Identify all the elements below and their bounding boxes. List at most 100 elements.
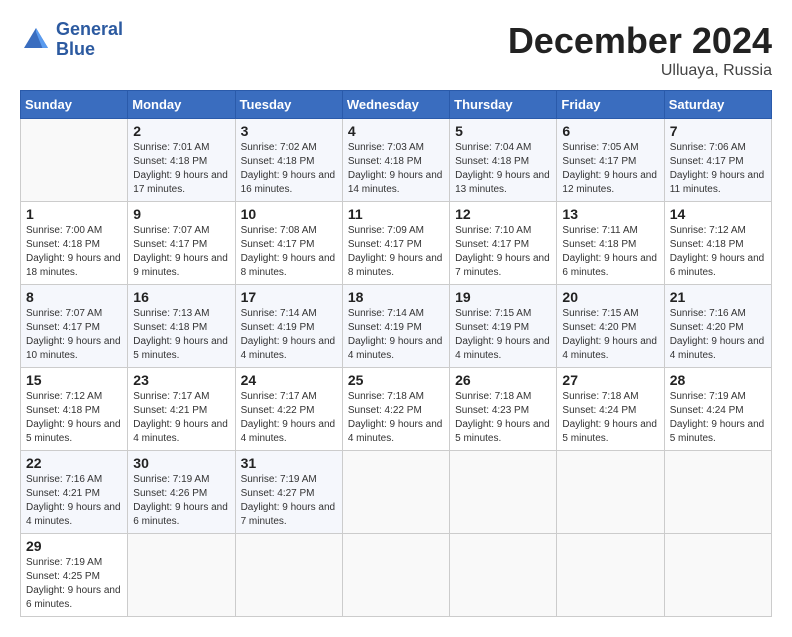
calendar-cell: 1 Sunrise: 7:00 AMSunset: 4:18 PMDaylight… — [21, 202, 128, 285]
calendar-cell: 8 Sunrise: 7:07 AMSunset: 4:17 PMDaylight… — [21, 285, 128, 368]
day-number: 7 — [670, 123, 766, 139]
calendar-cell: 6 Sunrise: 7:05 AMSunset: 4:17 PMDaylight… — [557, 119, 664, 202]
calendar-cell: 5Sunrise: 7:04 AMSunset: 4:18 PMDaylight… — [450, 119, 557, 202]
day-info: Sunrise: 7:06 AMSunset: 4:17 PMDaylight:… — [670, 141, 766, 197]
day-header-friday: Friday — [557, 91, 664, 119]
day-info: Sunrise: 7:15 AMSunset: 4:19 PMDaylight:… — [455, 307, 551, 363]
calendar-week-row: 2 Sunrise: 7:01 AMSunset: 4:18 PMDaylight… — [21, 119, 772, 202]
calendar-cell: 15 Sunrise: 7:12 AMSunset: 4:18 PMDayligh… — [21, 368, 128, 451]
day-info: Sunrise: 7:00 AMSunset: 4:18 PMDaylight:… — [26, 224, 122, 280]
day-number: 23 — [133, 372, 229, 388]
day-info: Sunrise: 7:08 AMSunset: 4:17 PMDaylight:… — [241, 224, 337, 280]
calendar-cell: 3Sunrise: 7:02 AMSunset: 4:18 PMDaylight… — [235, 119, 342, 202]
day-info: Sunrise: 7:18 AMSunset: 4:24 PMDaylight:… — [562, 390, 658, 446]
page-header: General Blue December 2024 Ulluaya, Russ… — [20, 20, 772, 80]
day-number: 12 — [455, 206, 551, 222]
day-info: Sunrise: 7:15 AMSunset: 4:20 PMDaylight:… — [562, 307, 658, 363]
calendar-week-row: 1 Sunrise: 7:00 AMSunset: 4:18 PMDaylight… — [21, 202, 772, 285]
calendar-cell: 23 Sunrise: 7:17 AMSunset: 4:21 PMDayligh… — [128, 368, 235, 451]
day-number: 28 — [670, 372, 766, 388]
calendar-cell: 11 Sunrise: 7:09 AMSunset: 4:17 PMDayligh… — [342, 202, 449, 285]
logo-text: General Blue — [56, 20, 123, 60]
day-number: 8 — [26, 289, 122, 305]
day-number: 15 — [26, 372, 122, 388]
calendar-header-row: SundayMondayTuesdayWednesdayThursdayFrid… — [21, 91, 772, 119]
title-block: December 2024 Ulluaya, Russia — [508, 20, 772, 80]
day-number: 17 — [241, 289, 337, 305]
day-info: Sunrise: 7:11 AMSunset: 4:18 PMDaylight:… — [562, 224, 658, 280]
calendar-cell — [342, 534, 449, 617]
day-header-wednesday: Wednesday — [342, 91, 449, 119]
calendar-cell — [235, 534, 342, 617]
calendar-cell: 20 Sunrise: 7:15 AMSunset: 4:20 PMDayligh… — [557, 285, 664, 368]
calendar-cell — [450, 534, 557, 617]
day-number: 2 — [133, 123, 229, 139]
day-number: 24 — [241, 372, 337, 388]
calendar-cell — [664, 451, 771, 534]
calendar-cell: 30Sunrise: 7:19 AMSunset: 4:26 PMDayligh… — [128, 451, 235, 534]
calendar-cell: 7 Sunrise: 7:06 AMSunset: 4:17 PMDaylight… — [664, 119, 771, 202]
day-info: Sunrise: 7:18 AMSunset: 4:22 PMDaylight:… — [348, 390, 444, 446]
calendar-cell — [664, 534, 771, 617]
day-info: Sunrise: 7:10 AMSunset: 4:17 PMDaylight:… — [455, 224, 551, 280]
day-number: 27 — [562, 372, 658, 388]
month-title: December 2024 — [508, 20, 772, 62]
day-number: 3 — [241, 123, 337, 139]
day-number: 10 — [241, 206, 337, 222]
calendar-week-row: 8 Sunrise: 7:07 AMSunset: 4:17 PMDaylight… — [21, 285, 772, 368]
day-header-sunday: Sunday — [21, 91, 128, 119]
day-info: Sunrise: 7:12 AMSunset: 4:18 PMDaylight:… — [26, 390, 122, 446]
calendar-week-row: 22Sunrise: 7:16 AMSunset: 4:21 PMDayligh… — [21, 451, 772, 534]
calendar-cell — [128, 534, 235, 617]
calendar-cell: 21Sunrise: 7:16 AMSunset: 4:20 PMDayligh… — [664, 285, 771, 368]
day-number: 9 — [133, 206, 229, 222]
day-info: Sunrise: 7:18 AMSunset: 4:23 PMDaylight:… — [455, 390, 551, 446]
day-number: 26 — [455, 372, 551, 388]
day-info: Sunrise: 7:16 AMSunset: 4:21 PMDaylight:… — [26, 473, 122, 529]
day-info: Sunrise: 7:05 AMSunset: 4:17 PMDaylight:… — [562, 141, 658, 197]
day-info: Sunrise: 7:01 AMSunset: 4:18 PMDaylight:… — [133, 141, 229, 197]
day-header-tuesday: Tuesday — [235, 91, 342, 119]
calendar-cell: 31Sunrise: 7:19 AMSunset: 4:27 PMDayligh… — [235, 451, 342, 534]
day-header-monday: Monday — [128, 91, 235, 119]
calendar-cell: 13 Sunrise: 7:11 AMSunset: 4:18 PMDayligh… — [557, 202, 664, 285]
day-info: Sunrise: 7:09 AMSunset: 4:17 PMDaylight:… — [348, 224, 444, 280]
calendar-cell: 22Sunrise: 7:16 AMSunset: 4:21 PMDayligh… — [21, 451, 128, 534]
day-info: Sunrise: 7:17 AMSunset: 4:22 PMDaylight:… — [241, 390, 337, 446]
calendar-cell: 9 Sunrise: 7:07 AMSunset: 4:17 PMDaylight… — [128, 202, 235, 285]
day-number: 25 — [348, 372, 444, 388]
day-number: 20 — [562, 289, 658, 305]
day-number: 21 — [670, 289, 766, 305]
day-number: 18 — [348, 289, 444, 305]
day-info: Sunrise: 7:04 AMSunset: 4:18 PMDaylight:… — [455, 141, 551, 197]
day-info: Sunrise: 7:07 AMSunset: 4:17 PMDaylight:… — [26, 307, 122, 363]
calendar-cell: 18Sunrise: 7:14 AMSunset: 4:19 PMDayligh… — [342, 285, 449, 368]
calendar-cell: 2 Sunrise: 7:01 AMSunset: 4:18 PMDaylight… — [128, 119, 235, 202]
day-info: Sunrise: 7:07 AMSunset: 4:17 PMDaylight:… — [133, 224, 229, 280]
calendar-cell: 16 Sunrise: 7:13 AMSunset: 4:18 PMDayligh… — [128, 285, 235, 368]
calendar-week-row: 15 Sunrise: 7:12 AMSunset: 4:18 PMDayligh… — [21, 368, 772, 451]
day-info: Sunrise: 7:19 AMSunset: 4:25 PMDaylight:… — [26, 556, 122, 612]
calendar-cell — [342, 451, 449, 534]
day-number: 19 — [455, 289, 551, 305]
day-info: Sunrise: 7:12 AMSunset: 4:18 PMDaylight:… — [670, 224, 766, 280]
calendar-cell: 12 Sunrise: 7:10 AMSunset: 4:17 PMDayligh… — [450, 202, 557, 285]
calendar-cell: 24 Sunrise: 7:17 AMSunset: 4:22 PMDayligh… — [235, 368, 342, 451]
day-number: 11 — [348, 206, 444, 222]
day-number: 14 — [670, 206, 766, 222]
calendar-cell — [557, 534, 664, 617]
day-info: Sunrise: 7:13 AMSunset: 4:18 PMDaylight:… — [133, 307, 229, 363]
calendar-cell: 25 Sunrise: 7:18 AMSunset: 4:22 PMDayligh… — [342, 368, 449, 451]
day-number: 13 — [562, 206, 658, 222]
day-number: 1 — [26, 206, 122, 222]
logo: General Blue — [20, 20, 123, 60]
calendar-cell: 26 Sunrise: 7:18 AMSunset: 4:23 PMDayligh… — [450, 368, 557, 451]
calendar-week-row: 29Sunrise: 7:19 AMSunset: 4:25 PMDayligh… — [21, 534, 772, 617]
calendar-cell: 14 Sunrise: 7:12 AMSunset: 4:18 PMDayligh… — [664, 202, 771, 285]
calendar-cell — [450, 451, 557, 534]
day-number: 6 — [562, 123, 658, 139]
calendar-cell: 4Sunrise: 7:03 AMSunset: 4:18 PMDaylight… — [342, 119, 449, 202]
calendar-cell: 29Sunrise: 7:19 AMSunset: 4:25 PMDayligh… — [21, 534, 128, 617]
day-number: 16 — [133, 289, 229, 305]
day-info: Sunrise: 7:17 AMSunset: 4:21 PMDaylight:… — [133, 390, 229, 446]
